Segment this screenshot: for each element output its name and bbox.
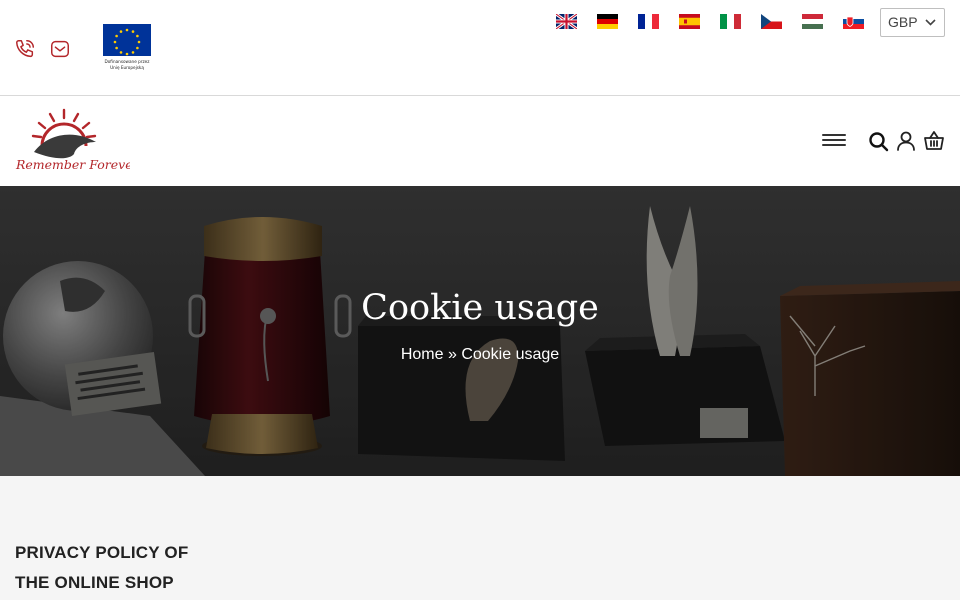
flag-it-icon[interactable]: [720, 14, 741, 29]
main-header: Remember Forever: [0, 96, 960, 186]
breadcrumb-current: Cookie usage: [461, 346, 560, 363]
flag-cz-icon[interactable]: [761, 14, 782, 29]
flag-uk-icon[interactable]: [556, 14, 577, 29]
hero-background-image: [0, 186, 960, 476]
section-heading: PRIVACY POLICY OF THE ONLINE SHOP: [15, 543, 189, 592]
flag-sk-icon[interactable]: [843, 14, 864, 29]
chevron-down-icon: [925, 9, 936, 47]
eu-funding-logo: Dofinansowane przez Unię Europejską: [102, 23, 152, 71]
hero-banner: Cookie usage Home » Cookie usage: [0, 186, 960, 476]
brand-logo-text: Remember Forever: [15, 157, 130, 172]
user-account-icon[interactable]: [893, 128, 919, 154]
flag-de-icon[interactable]: [597, 14, 618, 29]
mail-icon[interactable]: [49, 38, 71, 60]
flag-es-icon[interactable]: [679, 14, 700, 29]
search-icon[interactable]: [866, 128, 892, 154]
language-switcher: [556, 14, 864, 32]
currency-select[interactable]: GBP: [880, 8, 945, 37]
phone-icon[interactable]: [14, 38, 36, 60]
currency-value: GBP: [888, 14, 918, 30]
eu-logo-line1: Dofinansowane przez: [105, 59, 151, 64]
flag-fr-icon[interactable]: [638, 14, 659, 29]
breadcrumb-separator: »: [447, 346, 457, 363]
brand-logo[interactable]: Remember Forever: [14, 108, 140, 172]
content-area: PRIVACY POLICY OF THE ONLINE SHOP: [0, 476, 960, 600]
breadcrumb-home-link[interactable]: Home: [401, 346, 444, 363]
hamburger-menu-icon[interactable]: [821, 128, 847, 154]
breadcrumb: Home » Cookie usage: [0, 346, 960, 364]
top-bar: Dofinansowane przez Unię Europejską GBP: [0, 0, 960, 96]
basket-icon[interactable]: [921, 128, 947, 154]
flag-hu-icon[interactable]: [802, 14, 823, 29]
page-title: Cookie usage: [361, 288, 599, 328]
eu-logo-line2: Unię Europejską: [110, 65, 144, 70]
